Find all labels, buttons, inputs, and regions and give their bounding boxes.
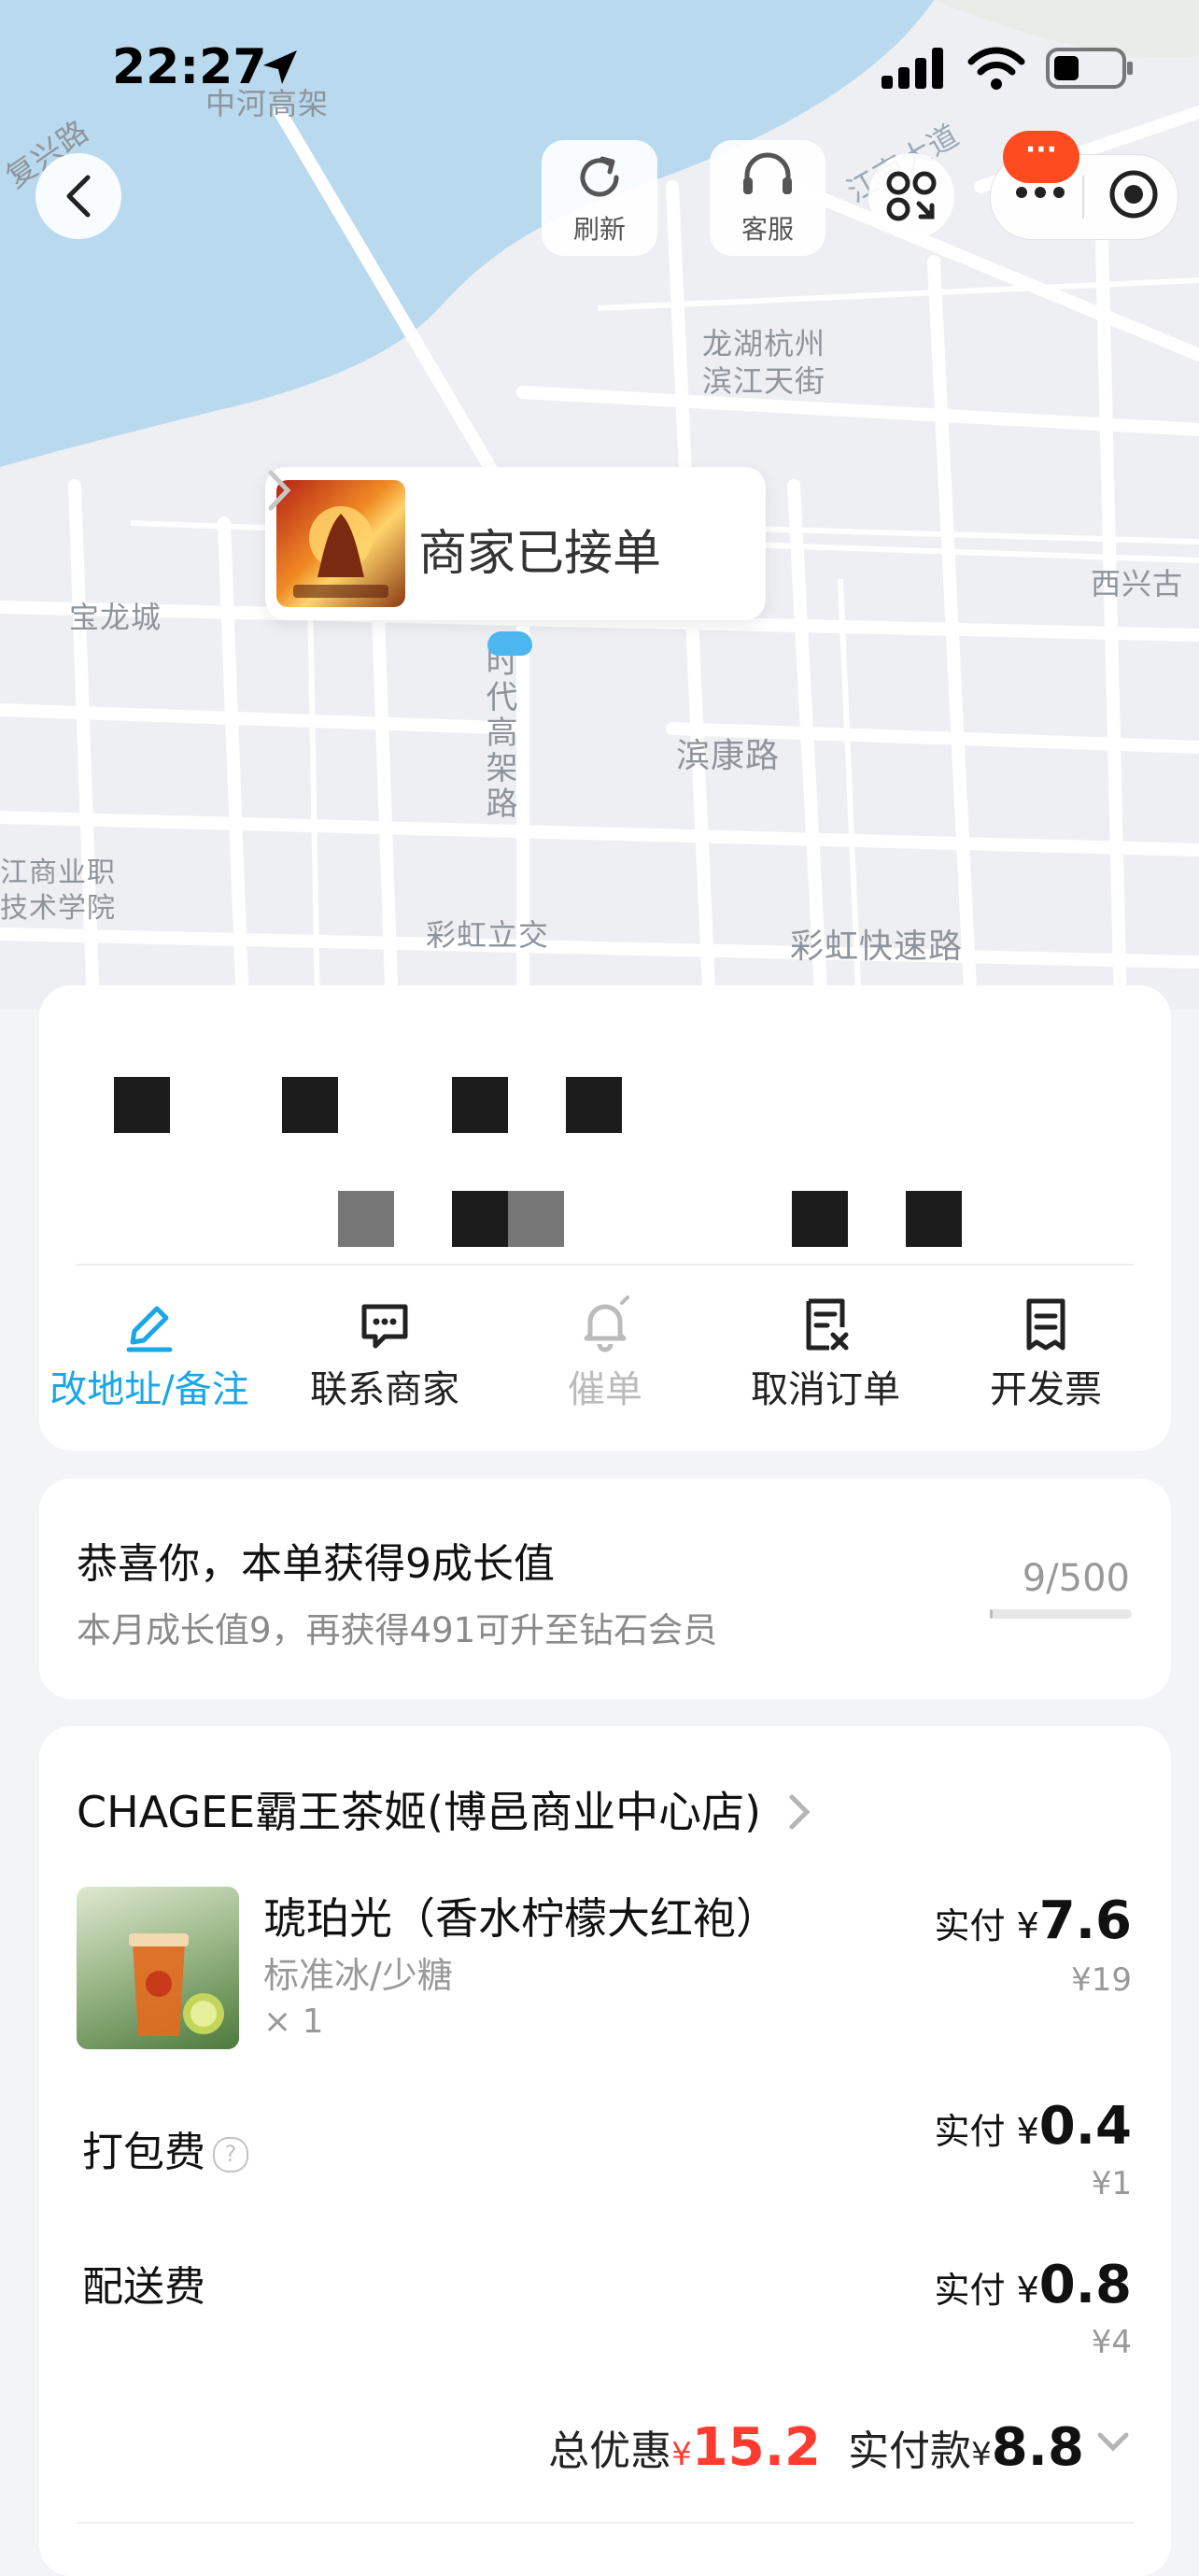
cancel-doc-icon [806, 1298, 849, 1351]
map-label: 滨康路 [676, 737, 781, 775]
map-label: 江商业职 技术学院 [0, 856, 116, 925]
map-label: 龙湖杭州 滨江天街 [702, 326, 826, 399]
chevron-right-icon [789, 1794, 811, 1830]
item-original-price: ¥19 [1071, 1961, 1132, 1999]
divider [77, 1264, 1134, 1266]
address-card: 改地址/备注 联系商家 催单 取消订单 开发票 [39, 985, 1171, 1451]
discount-value: 15.2 [691, 2417, 821, 2478]
scan-button[interactable] [868, 153, 954, 239]
packing-fee-text: 打包费 [82, 2129, 205, 2176]
map-label: 时代高架路 [480, 644, 517, 822]
redacted-block [906, 1191, 962, 1247]
location-arrow-icon [263, 50, 297, 84]
capsule-divider [1082, 176, 1084, 219]
edit-address-label: 改地址/备注 [49, 1368, 249, 1411]
pencil-icon [126, 1306, 173, 1352]
merchant-status-text: 商家已接单 [418, 526, 662, 582]
redacted-block [452, 1191, 508, 1247]
discount-label: 总优惠 [548, 2427, 672, 2475]
scan-icon [886, 171, 937, 221]
service-label: 客服 [741, 214, 794, 245]
growth-progress-bar [990, 1609, 1132, 1619]
redacted-block [114, 1077, 170, 1133]
status-time: 22:27 [112, 39, 267, 95]
order-card: CHAGEE霸王茶姬(博邑商业中心店) 琥珀光（香水柠檬大红袍） 标准冰/少糖 … [39, 1726, 1171, 2576]
redacted-block [792, 1191, 848, 1247]
invoice-button[interactable]: 开发票 [934, 1294, 1158, 1413]
help-icon[interactable]: ? [213, 2137, 248, 2173]
packing-paid-price: 实付 ¥0.4 [935, 2096, 1132, 2157]
receipt-icon [1026, 1298, 1065, 1351]
customer-service-button[interactable]: 客服 [710, 140, 825, 256]
back-button[interactable] [35, 153, 121, 239]
paid-prefix: 实付 ¥ [934, 2111, 1039, 2152]
chevron-right-icon [268, 470, 291, 511]
paid-value: 0.8 [1038, 2255, 1132, 2315]
urge-order-label: 催单 [568, 1368, 642, 1411]
chevron-down-icon [1097, 2432, 1129, 2452]
currency-symbol: ¥ [971, 2436, 992, 2473]
chat-icon [361, 1304, 408, 1349]
battery-icon [1046, 48, 1133, 89]
packing-fee-label: 打包费? [82, 2118, 248, 2178]
redacted-block [566, 1077, 622, 1133]
store-link[interactable]: CHAGEE霸王茶姬(博邑商业中心店) [77, 1778, 812, 1840]
merchant-status-bubble[interactable]: 商家已接单 [265, 467, 766, 620]
growth-title: 恭喜你，本单获得9成长值 [77, 1540, 555, 1588]
delivery-paid-price: 实付 ¥0.8 [935, 2255, 1132, 2315]
status-icons [882, 47, 1134, 90]
item-spec: 标准冰/少糖 [263, 1955, 453, 1996]
paid-total-value: 8.8 [991, 2417, 1084, 2478]
urge-order-button: 催单 [493, 1294, 717, 1413]
paid-total-label: 实付款 [848, 2427, 972, 2475]
divider [77, 2522, 1134, 2524]
close-miniprogram-icon[interactable] [1107, 168, 1160, 220]
paid-prefix: 实付 ¥ [934, 1905, 1039, 1946]
paid-value: 0.4 [1038, 2096, 1132, 2157]
invoice-label: 开发票 [990, 1368, 1102, 1411]
back-arrow-icon [66, 175, 91, 218]
cancel-order-button[interactable]: 取消订单 [713, 1294, 938, 1413]
map-label: 宝龙城 [69, 600, 162, 635]
notification-badge: ··· [1003, 131, 1079, 183]
more-icon[interactable] [1012, 183, 1068, 202]
product-image[interactable] [77, 1887, 239, 2049]
store-name: CHAGEE霸王茶姬(博邑商业中心店) [77, 1787, 762, 1837]
merchant-logo [276, 480, 405, 607]
item-quantity: × 1 [263, 2003, 324, 2041]
location-pin-icon [487, 631, 532, 656]
redacted-block [282, 1077, 338, 1133]
wifi-icon [967, 47, 1025, 90]
paid-prefix: 实付 ¥ [934, 2270, 1039, 2311]
redacted-block [452, 1077, 508, 1133]
map-label: 彩虹立交 [426, 917, 550, 953]
growth-card[interactable]: 恭喜你，本单获得9成长值 本月成长值9，再获得491可升至钻石会员 9/500 [39, 1479, 1171, 1699]
growth-progress-text: 9/500 [1022, 1557, 1130, 1600]
refresh-label: 刷新 [572, 214, 626, 245]
item-name: 琥珀光（香水柠檬大红袍） [263, 1893, 779, 1944]
redacted-block [338, 1191, 394, 1247]
cancel-order-label: 取消订单 [751, 1368, 900, 1411]
headset-icon [743, 152, 792, 194]
contact-merchant-label: 联系商家 [310, 1368, 459, 1411]
map-label: 西兴古 [1091, 566, 1184, 602]
signal-icon [882, 48, 943, 89]
delivery-fee-label: 配送费 [82, 2263, 205, 2311]
contact-merchant-button[interactable]: 联系商家 [273, 1294, 497, 1413]
map-label: 彩虹快速路 [790, 927, 964, 966]
growth-subtitle: 本月成长值9，再获得491可升至钻石会员 [77, 1610, 718, 1650]
redacted-block [508, 1191, 564, 1247]
currency-symbol: ¥ [671, 2436, 692, 2473]
paid-value: 7.6 [1038, 1890, 1132, 1951]
growth-progress-fill [990, 1609, 994, 1619]
refresh-icon [580, 156, 619, 197]
refresh-button[interactable]: 刷新 [542, 140, 657, 256]
bell-icon [584, 1295, 629, 1352]
item-paid-price: 实付 ¥7.6 [935, 1890, 1132, 1951]
delivery-original-price: ¥4 [1091, 2324, 1132, 2361]
packing-original-price: ¥1 [1091, 2165, 1132, 2202]
order-total[interactable]: 总优惠¥15.2 实付款¥8.8 [548, 2417, 1132, 2478]
edit-address-button[interactable]: 改地址/备注 [37, 1294, 261, 1413]
